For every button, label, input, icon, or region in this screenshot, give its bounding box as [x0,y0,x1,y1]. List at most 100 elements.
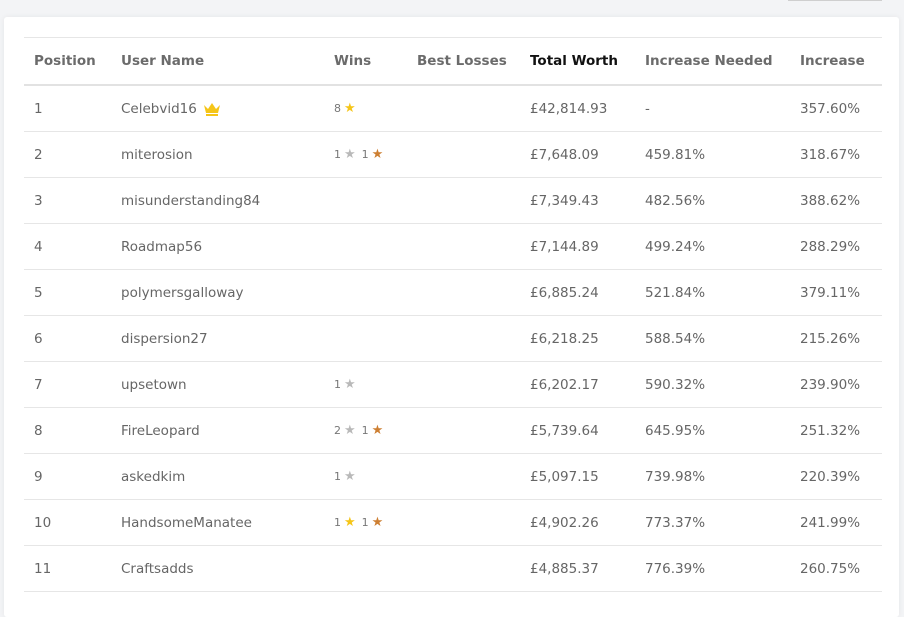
total-worth-cell: £6,202.17 [520,361,635,408]
position-cell: 10 [24,499,111,546]
win-count: 1 [361,516,369,530]
wins-cell: 1 ★ 1 ★ [324,499,407,546]
win-badge: 1 ★ [361,515,384,531]
user-name[interactable]: Craftsadds [121,561,194,577]
user-name[interactable]: upsetown [121,377,187,393]
total-worth-cell: £7,144.89 [520,223,635,270]
user-name-cell[interactable]: askedkim [111,453,324,500]
increase-cell: 388.62% [790,177,882,224]
user-name-cell[interactable]: dispersion27 [111,315,324,362]
user-name-cell[interactable]: Craftsadds [111,545,324,592]
star-icon: ★ [344,377,356,393]
position-cell: 1 [24,85,111,132]
header-position[interactable]: Position [24,37,111,86]
wins-cell: 1 ★ [324,453,407,500]
user-name[interactable]: FireLeopard [121,423,200,439]
star-icon: ★ [344,101,356,117]
win-count: 2 [334,424,341,438]
position-cell: 8 [24,407,111,454]
header-best-losses[interactable]: Best Losses [407,37,520,86]
increase-cell: 260.75% [790,545,882,592]
win-badge: 1 ★ [334,377,356,393]
user-name[interactable]: HandsomeManatee [121,515,252,531]
position-cell: 2 [24,131,111,178]
table-header: Position User Name Wins Best Losses Tota… [24,37,882,86]
user-name[interactable]: Celebvid16 [121,101,197,117]
user-name[interactable]: askedkim [121,469,185,485]
wins-cell: 8 ★ [324,85,407,132]
best-losses-cell [407,545,520,592]
total-worth-cell: £7,648.09 [520,131,635,178]
total-worth-cell: £6,218.25 [520,315,635,362]
total-worth-cell: £5,097.15 [520,453,635,500]
user-name-cell[interactable]: Celebvid16 [111,85,324,132]
user-name-cell[interactable]: polymersgalloway [111,269,324,316]
increase-cell: 318.67% [790,131,882,178]
top-tab-edge [788,0,882,1]
table-body: 1 Celebvid16 8 ★ £42,814.93-357.60% 2 miterosi… [24,85,882,592]
header-row: Position User Name Wins Best Losses Tota… [24,37,882,86]
star-icon: ★ [344,147,356,163]
table-row: 7 upsetown 1 ★ £6,202.17 590.32% 239.90% [24,361,882,408]
user-name-cell[interactable]: Roadmap56 [111,223,324,270]
win-badge: 1 ★ [334,470,356,484]
best-losses-cell [407,177,520,224]
increase-needed-cell: 459.81% [635,131,790,178]
best-losses-cell [407,499,520,546]
win-badge: 8 ★ [334,101,356,117]
increase-needed-cell: 776.39% [635,545,790,592]
header-total-worth[interactable]: Total Worth [520,37,635,86]
best-losses-cell [407,85,520,132]
increase-needed-cell: 521.84% [635,269,790,316]
header-increase-needed[interactable]: Increase Needed [635,37,790,86]
best-losses-cell [407,407,520,454]
best-losses-cell [407,315,520,362]
user-name[interactable]: misunderstanding84 [121,193,260,209]
best-losses-cell [407,269,520,316]
user-name-cell[interactable]: FireLeopard [111,407,324,454]
increase-needed-cell: 645.95% [635,407,790,454]
win-count: 1 [334,378,341,392]
position-cell: 7 [24,361,111,408]
wins-cell: 2 ★ 1 ★ [324,407,407,454]
best-losses-cell [407,361,520,408]
header-user-name[interactable]: User Name [111,37,324,86]
total-worth-cell: £6,885.24 [520,269,635,316]
increase-needed-cell: 499.24% [635,223,790,270]
header-wins[interactable]: Wins [324,37,407,86]
position-cell: 11 [24,545,111,592]
win-badge: 1 ★ [334,147,356,163]
increase-cell: 215.26% [790,315,882,362]
increase-cell: 357.60% [790,85,882,132]
total-worth-cell: £4,885.37 [520,545,635,592]
star-icon: ★ [344,423,356,439]
win-badge: 1 ★ [362,148,384,161]
win-count: 1 [334,470,341,484]
header-increase[interactable]: Increase [790,37,882,86]
table-row: 1 Celebvid16 8 ★ £42,814.93-357.60% [24,85,882,132]
position-cell: 4 [24,223,111,270]
table-row: 3 misunderstanding84 £7,349.43 482.56% 388.6… [24,177,882,224]
crown-icon [203,102,220,116]
increase-cell: 239.90% [790,361,882,408]
user-name[interactable]: polymersgalloway [121,285,244,301]
user-name-cell[interactable]: miterosion [111,131,324,178]
win-badge: 1 ★ [362,423,384,439]
win-count: 8 [334,102,341,116]
best-losses-cell [407,453,520,500]
star-icon: ★ [371,515,384,531]
user-name-cell[interactable]: upsetown [111,361,324,408]
increase-needed-cell: - [635,85,790,132]
wins-cell: 1 ★ 1 ★ [324,131,407,178]
user-name[interactable]: Roadmap56 [121,239,202,255]
user-name-cell[interactable]: HandsomeManatee [111,499,324,546]
total-worth-cell: £5,739.64 [520,407,635,454]
star-icon: ★ [371,423,384,439]
increase-cell: 220.39% [790,453,882,500]
user-name[interactable]: dispersion27 [121,331,208,347]
table-row: 9 askedkim 1 ★ £5,097.15 739.98% 220.39% [24,453,882,500]
user-name-cell[interactable]: misunderstanding84 [111,177,324,224]
increase-cell: 241.99% [790,499,882,546]
position-cell: 3 [24,177,111,224]
user-name[interactable]: miterosion [121,147,193,163]
